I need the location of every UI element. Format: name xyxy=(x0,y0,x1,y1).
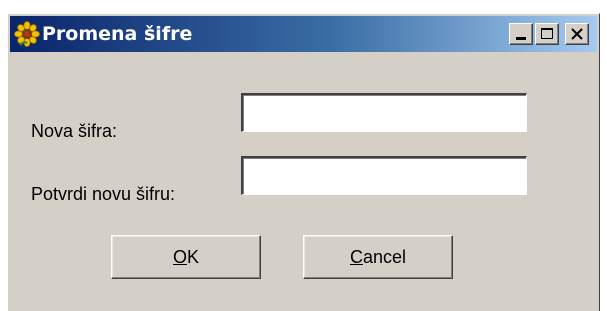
minimize-button[interactable] xyxy=(509,23,533,45)
maximize-button[interactable] xyxy=(535,23,559,45)
close-button[interactable] xyxy=(565,23,589,45)
cancel-button[interactable]: Cancel xyxy=(303,235,453,279)
title-bar[interactable]: Promena šifre xyxy=(10,16,597,52)
window-title: Promena šifre xyxy=(42,23,193,45)
ok-button[interactable]: OK xyxy=(111,235,261,279)
sunflower-icon xyxy=(14,21,40,47)
ok-mnemonic: O xyxy=(172,247,187,267)
new-password-label: Nova šifra: xyxy=(31,121,118,141)
confirm-password-field[interactable] xyxy=(241,156,527,195)
cancel-mnemonic: C xyxy=(349,247,363,267)
cancel-label: ancel xyxy=(362,247,407,267)
confirm-password-label: Potvrdi novu šifru: xyxy=(31,184,176,204)
ok-label: K xyxy=(187,247,200,267)
new-password-field[interactable] xyxy=(241,93,527,132)
password-change-dialog: Promena šifre Nova šifra: Potvrdi novu š… xyxy=(7,13,600,311)
